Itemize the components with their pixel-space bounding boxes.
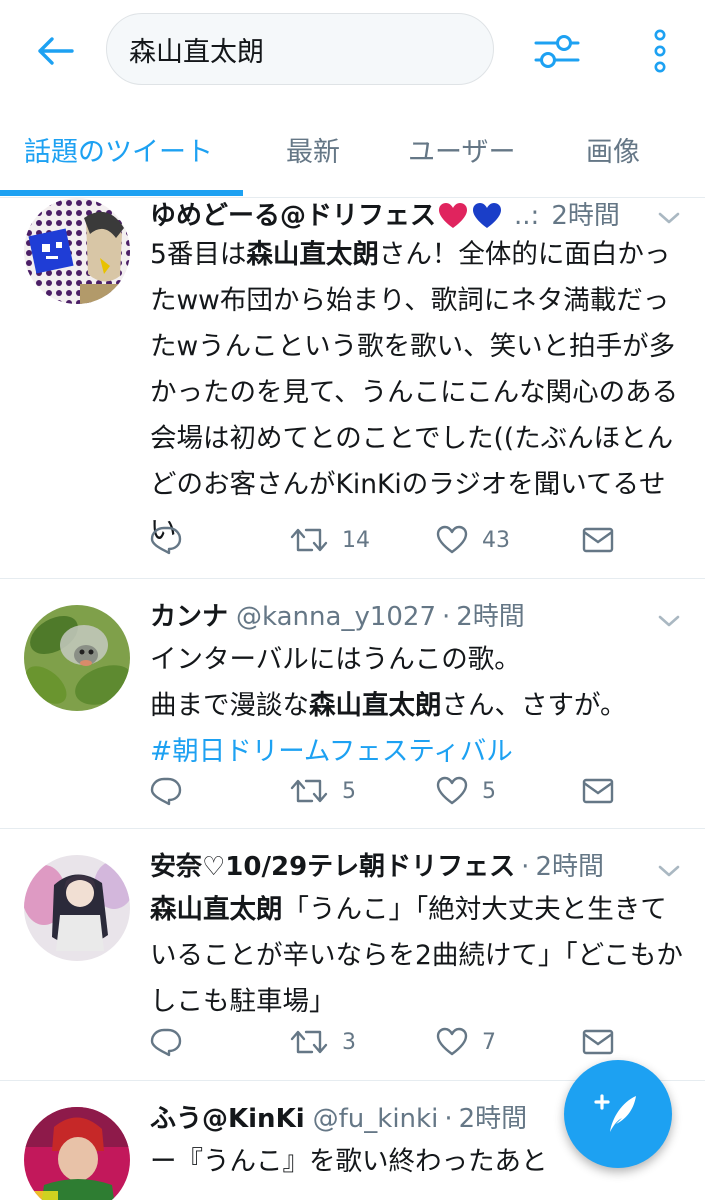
tweet-actions: 5 5 — [150, 771, 630, 811]
separator-dot: · — [442, 602, 451, 632]
text-segment: さん、さすが。 — [441, 690, 627, 721]
heart-icon — [436, 525, 468, 554]
tweet-header: ゆめどーる@ドリフェス ..: 2時間 — [150, 198, 645, 234]
separator-dot: · — [521, 852, 530, 882]
retweet-button[interactable]: 14 — [290, 520, 370, 560]
reply-button[interactable] — [150, 520, 196, 560]
text-segment: 5番目は — [150, 239, 247, 270]
reply-icon — [150, 777, 182, 806]
retweet-icon — [290, 528, 328, 552]
separator-dot: · — [444, 1104, 453, 1134]
tab-top[interactable]: 話題のツイート — [24, 130, 213, 169]
retweet-icon — [290, 1030, 328, 1054]
avatar[interactable] — [24, 855, 130, 961]
timestamp[interactable]: 2時間 — [535, 849, 604, 885]
tweet-menu-button[interactable] — [655, 609, 683, 633]
text-segment: さん！全体的に面白かったww布団から始まり、歌詞にネタ満載だったwうんこという歌… — [150, 239, 679, 546]
reply-icon — [150, 1028, 182, 1057]
blue-heart-icon — [473, 203, 502, 228]
compose-tweet-button[interactable] — [564, 1060, 672, 1168]
timestamp[interactable]: 2時間 — [551, 198, 620, 234]
search-query: 森山直太朗 — [129, 36, 264, 68]
tweet-text: 森山直太朗「うんこ」「絶対大丈夫と生きていることが辛いならを2曲続けて」「どこも… — [150, 887, 690, 1025]
avatar[interactable] — [24, 1107, 130, 1200]
tweet-actions: 14 43 — [150, 520, 630, 560]
retweet-count: 5 — [342, 778, 356, 804]
compose-feather-icon — [594, 1094, 636, 1132]
top-bar: 森山直太朗 — [0, 0, 705, 100]
like-button[interactable]: 7 — [436, 1022, 496, 1062]
tweet-header: カンナ @kanna_y1027 · 2時間 — [150, 599, 645, 635]
chevron-down-icon — [658, 865, 680, 877]
display-name[interactable]: ゆめどーる@ドリフェス — [150, 198, 436, 234]
heart-icon — [436, 1027, 468, 1056]
text-segment: インターバルにはうんこの歌。 — [150, 644, 521, 675]
active-tab-indicator — [0, 190, 243, 196]
tweet[interactable]: 安奈♡10/29テレ朝ドリフェス · 2時間 森山直太朗「うんこ」「絶対大丈夫と… — [0, 829, 705, 1081]
tab-users[interactable]: ユーザー — [408, 130, 515, 169]
hashtag-link[interactable]: #朝日ドリームフェスティバル — [150, 736, 513, 767]
avatar[interactable] — [24, 198, 130, 304]
display-name[interactable]: 安奈♡10/29テレ朝ドリフェス — [150, 849, 515, 885]
like-button[interactable]: 43 — [436, 520, 510, 560]
retweet-count: 14 — [342, 527, 370, 553]
highlighted-term: 森山直太朗 — [150, 894, 283, 925]
search-tabs: 話題のツイート 最新 ユーザー 画像 — [0, 100, 705, 198]
like-button[interactable]: 5 — [436, 771, 496, 811]
text-segment: ー『うんこ』を歌い終わったあと — [150, 1146, 548, 1177]
username[interactable]: @fu_kinki — [313, 1101, 439, 1137]
retweet-button[interactable]: 3 — [290, 1022, 356, 1062]
like-count: 5 — [482, 778, 496, 804]
envelope-icon — [582, 527, 614, 553]
red-heart-icon — [439, 203, 468, 228]
tab-images[interactable]: 画像 — [586, 130, 640, 169]
username[interactable]: @kanna_y1027 — [236, 599, 436, 635]
tab-latest[interactable]: 最新 — [286, 130, 340, 169]
tweet-header: 安奈♡10/29テレ朝ドリフェス · 2時間 — [150, 849, 645, 885]
timestamp[interactable]: 2時間 — [459, 1101, 528, 1137]
chevron-down-icon — [658, 212, 680, 224]
retweet-count: 3 — [342, 1029, 356, 1055]
tweet[interactable]: ゆめどーる@ドリフェス ..: 2時間 5番目は森山直太朗さん！全体的に面白かっ… — [0, 198, 705, 579]
username[interactable]: ..: — [514, 198, 539, 234]
back-button[interactable] — [28, 24, 82, 78]
vertical-dots-icon — [654, 29, 666, 73]
tweet-actions: 3 7 — [150, 1022, 630, 1062]
direct-message-button[interactable] — [582, 520, 614, 560]
tweet[interactable]: カンナ @kanna_y1027 · 2時間 インターバルにはうんこの歌。 曲まで… — [0, 579, 705, 829]
tweet-menu-button[interactable] — [655, 206, 683, 230]
timestamp[interactable]: 2時間 — [456, 599, 525, 635]
text-segment: 曲まで漫談な — [150, 690, 309, 721]
search-filter-button[interactable] — [528, 24, 586, 78]
tweet-menu-button[interactable] — [655, 859, 683, 883]
highlighted-term: 森山直太朗 — [309, 690, 442, 721]
reply-icon — [150, 526, 182, 555]
direct-message-button[interactable] — [582, 1022, 614, 1062]
like-count: 43 — [482, 527, 510, 553]
direct-message-button[interactable] — [582, 771, 614, 811]
envelope-icon — [582, 1029, 614, 1055]
sliders-icon — [534, 35, 580, 68]
envelope-icon — [582, 778, 614, 804]
like-count: 7 — [482, 1029, 496, 1055]
display-name[interactable]: カンナ — [150, 599, 228, 635]
tweet-text: インターバルにはうんこの歌。 曲まで漫談な森山直太朗さん、さすが。 #朝日ドリームフ… — [150, 637, 690, 775]
tweet-text: 5番目は森山直太朗さん！全体的に面白かったww布団から始まり、歌詞にネタ満載だっ… — [150, 232, 690, 554]
arrow-left-icon — [38, 37, 74, 65]
reply-button[interactable] — [150, 771, 196, 811]
display-name[interactable]: ふう@KinKi — [150, 1101, 305, 1137]
retweet-icon — [290, 779, 328, 803]
avatar[interactable] — [24, 605, 130, 711]
reply-button[interactable] — [150, 1022, 196, 1062]
retweet-button[interactable]: 5 — [290, 771, 356, 811]
highlighted-term: 森山直太朗 — [246, 239, 379, 270]
search-input[interactable]: 森山直太朗 — [106, 13, 494, 85]
heart-icon — [436, 776, 468, 805]
chevron-down-icon — [658, 615, 680, 627]
more-options-button[interactable] — [640, 24, 680, 78]
